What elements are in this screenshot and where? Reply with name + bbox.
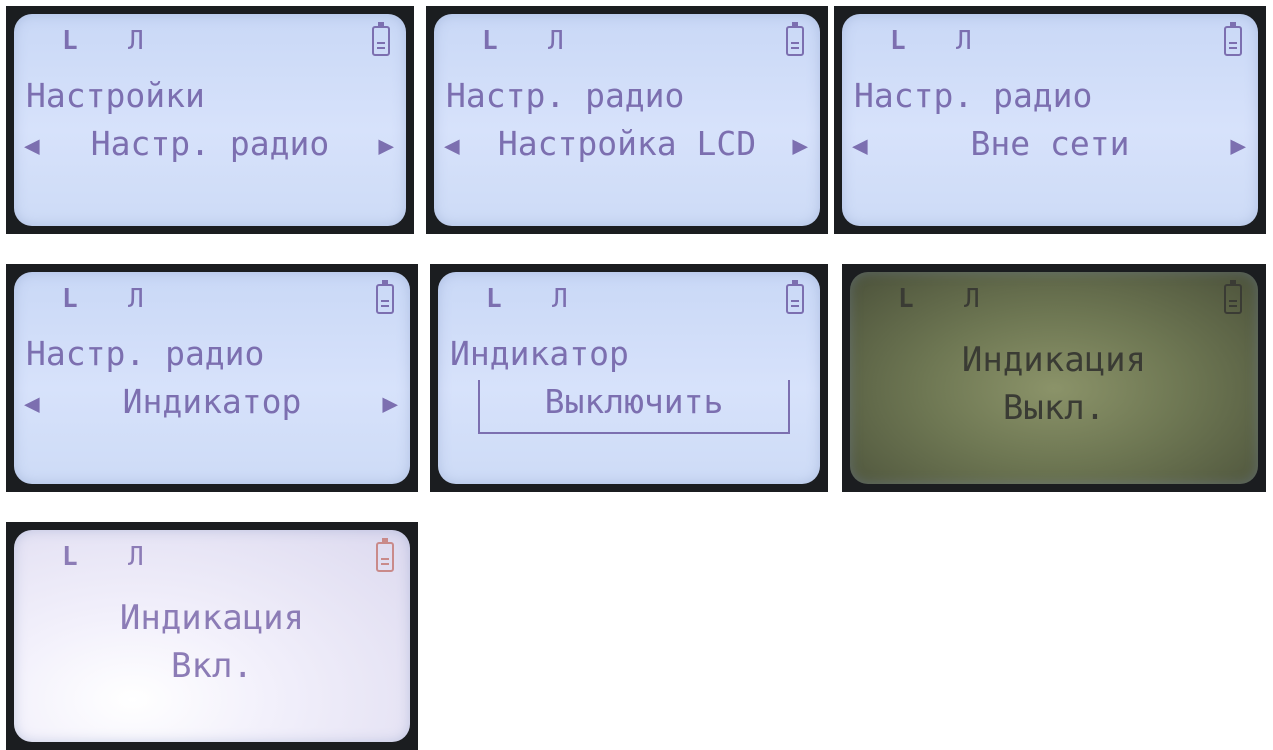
battery-icon [372, 22, 390, 56]
menu-title: Настр. радио [446, 76, 685, 115]
battery-icon [1224, 280, 1242, 314]
menu-item[interactable]: Вне сети [882, 126, 1218, 162]
pulse-icon: Л [964, 284, 980, 314]
arrow-left-icon[interactable]: ◀ [24, 390, 40, 418]
pulse-icon: Л [956, 26, 972, 56]
menu-title: Настр. радио [854, 76, 1093, 115]
l-indicator-icon: L [482, 26, 498, 56]
battery-icon [786, 280, 804, 314]
lcd-display: L Л Индикация Вкл. [14, 530, 410, 742]
pulse-icon: Л [128, 542, 144, 572]
selected-option[interactable]: Выключить [480, 384, 788, 420]
lcd-display: L Л Настройки ◀ Настр. радио ▶ [14, 14, 406, 226]
lcd-display: L Л Индикация Выкл. [850, 272, 1258, 484]
arrow-left-icon[interactable]: ◀ [444, 132, 460, 160]
selection-bracket[interactable]: Выключить [478, 380, 790, 434]
menu-item[interactable]: Настр. радио [54, 126, 366, 162]
lcd-display: L Л Настр. радио ◀ Настройка LCD ▶ [434, 14, 820, 226]
battery-icon [1224, 22, 1242, 56]
pulse-icon: Л [128, 26, 144, 56]
lcd-screen-7: L Л Индикация Вкл. [6, 522, 418, 750]
arrow-right-icon[interactable]: ▶ [382, 390, 398, 418]
status-label: Индикация [961, 340, 1147, 380]
l-indicator-icon: L [890, 26, 906, 56]
pulse-icon: Л [552, 284, 568, 314]
menu-title: Настр. радио [26, 334, 265, 373]
arrow-left-icon[interactable]: ◀ [852, 132, 868, 160]
lcd-display: L Л Настр. радио ◀ Вне сети ▶ [842, 14, 1258, 226]
l-indicator-icon: L [898, 284, 914, 314]
lcd-screen-6: L Л Индикация Выкл. [842, 264, 1266, 492]
lcd-screen-1: L Л Настройки ◀ Настр. радио ▶ [6, 6, 414, 234]
status-value: Вкл. [171, 646, 253, 686]
menu-item[interactable]: Настройка LCD [474, 126, 780, 162]
arrow-left-icon[interactable]: ◀ [24, 132, 40, 160]
status-label: Индикация [119, 598, 305, 638]
l-indicator-icon: L [62, 284, 78, 314]
lcd-display: L Л Настр. радио ◀ Индикатор ▶ [14, 272, 410, 484]
l-indicator-icon: L [62, 26, 78, 56]
arrow-right-icon[interactable]: ▶ [792, 132, 808, 160]
lcd-display: L Л Индикатор Выключить [438, 272, 820, 484]
lcd-screen-2: L Л Настр. радио ◀ Настройка LCD ▶ [426, 6, 828, 234]
battery-icon [376, 538, 394, 572]
lcd-screen-4: L Л Настр. радио ◀ Индикатор ▶ [6, 264, 418, 492]
menu-title: Индикатор [450, 334, 629, 373]
l-indicator-icon: L [486, 284, 502, 314]
status-value: Выкл. [1002, 388, 1106, 428]
pulse-icon: Л [128, 284, 144, 314]
pulse-icon: Л [548, 26, 564, 56]
lcd-screen-5: L Л Индикатор Выключить [430, 264, 828, 492]
menu-title: Настройки [26, 76, 205, 115]
battery-icon [786, 22, 804, 56]
battery-icon [376, 280, 394, 314]
lcd-screen-3: L Л Настр. радио ◀ Вне сети ▶ [834, 6, 1266, 234]
l-indicator-icon: L [62, 542, 78, 572]
arrow-right-icon[interactable]: ▶ [378, 132, 394, 160]
menu-item[interactable]: Индикатор [54, 384, 370, 420]
arrow-right-icon[interactable]: ▶ [1230, 132, 1246, 160]
